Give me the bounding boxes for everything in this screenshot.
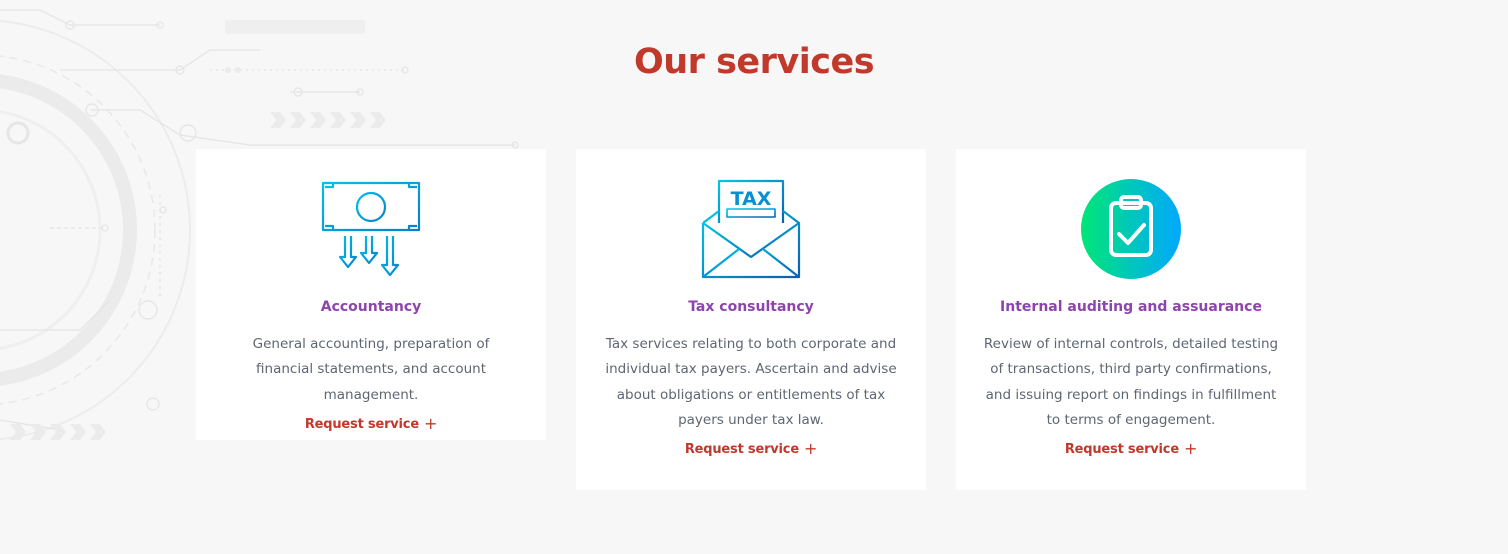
plus-icon: + — [1183, 439, 1198, 459]
request-service-label: Request service — [684, 442, 799, 458]
request-service-link[interactable]: Request service + — [1064, 439, 1198, 459]
service-card-internal-auditing: Internal auditing and assuarance Review … — [956, 149, 1306, 490]
service-card-tax-consultancy: TAX Tax consultancy Tax services relatin… — [576, 149, 926, 490]
section-title: Our services — [633, 42, 875, 82]
tax-envelope-icon: TAX — [701, 179, 801, 279]
money-arrows-icon — [321, 181, 421, 277]
services-section: Our services Accountancy General account… — [0, 0, 1508, 554]
service-description: Tax services relating to both corporate … — [605, 336, 897, 428]
tax-label: TAX — [731, 188, 772, 210]
request-service-link[interactable]: Request service + — [304, 413, 438, 433]
request-service-label: Request service — [1064, 442, 1179, 458]
service-card-accountancy: Accountancy General accounting, preparat… — [196, 149, 546, 440]
plus-icon: + — [803, 439, 818, 459]
service-description: Review of internal controls, detailed te… — [983, 336, 1279, 428]
service-description: General accounting, preparation of finan… — [252, 336, 490, 403]
plus-icon: + — [423, 413, 438, 433]
request-service-label: Request service — [304, 416, 419, 432]
service-title: Accountancy — [320, 299, 422, 315]
service-title: Internal auditing and assuarance — [1000, 299, 1262, 315]
service-title: Tax consultancy — [688, 299, 814, 315]
request-service-link[interactable]: Request service + — [684, 439, 818, 459]
clipboard-check-icon — [1081, 179, 1181, 279]
